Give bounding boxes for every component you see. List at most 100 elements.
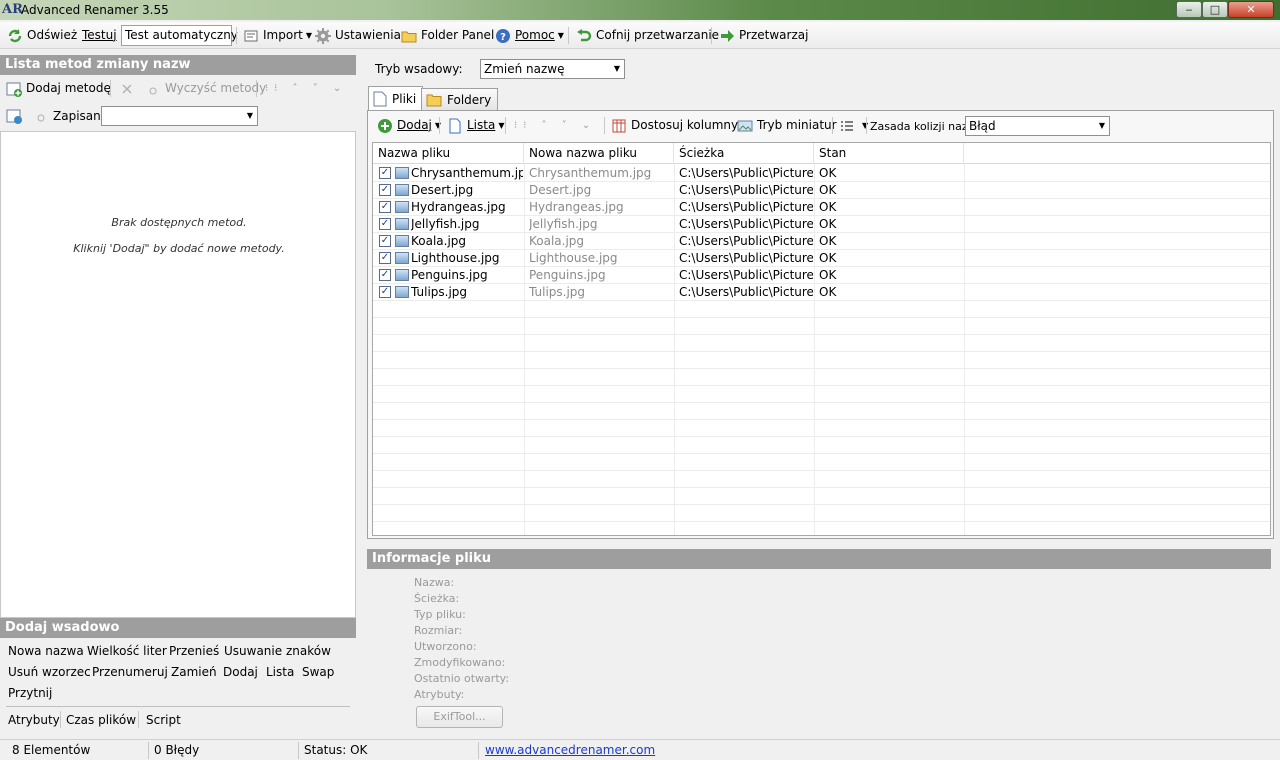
table-row[interactable]: ✓ Chrysanthemum.jpg Chrysanthemum.jpg C:\Us… [373, 165, 1270, 182]
image-file-icon [395, 252, 409, 264]
empty-row [373, 437, 1270, 454]
chevron-down-icon: ▼ [1098, 121, 1105, 130]
file-icon [373, 91, 387, 107]
table-row[interactable]: ✓ Lighthouse.jpg Lighthouse.jpg C:\Users\Pu… [373, 250, 1270, 267]
batch-remove-chars[interactable]: Usuwanie znaków [224, 644, 331, 658]
toolbar-divider [236, 27, 237, 44]
undo-button[interactable]: Cofnij przetwarzanie [573, 25, 722, 46]
add-method-label: Dodaj metodę [26, 81, 111, 95]
batch-case[interactable]: Wielkość liter [87, 644, 167, 658]
table-row[interactable]: ✓ Penguins.jpg Penguins.jpg C:\Users\Public… [373, 267, 1270, 284]
batch-replace[interactable]: Zamień [171, 665, 217, 679]
add-method-button[interactable]: Dodaj metodę [3, 78, 114, 99]
table-row[interactable]: ✓ Tulips.jpg Tulips.jpg C:\Users\Public\Pic… [373, 284, 1270, 301]
cell-status: OK [819, 268, 837, 282]
batch-renumber[interactable]: Przenumeruj [92, 665, 168, 679]
batch-mode-select[interactable]: Zmień nazwę ▼ [480, 59, 625, 79]
tab-files-label: Pliki [392, 92, 417, 106]
collision-value: Błąd [969, 119, 996, 133]
row-checkbox[interactable]: ✓ [379, 184, 391, 196]
add-files-button[interactable]: Dodaj ▼ [374, 115, 444, 136]
row-checkbox[interactable]: ✓ [379, 167, 391, 179]
row-checkbox[interactable]: ✓ [379, 252, 391, 264]
arrow-right-icon [721, 29, 734, 42]
methods-header: Lista metod zmiany nazw [0, 55, 356, 75]
row-checkbox[interactable]: ✓ [379, 269, 391, 281]
import-button[interactable]: Import ▼ [240, 25, 315, 46]
tab-files[interactable]: Pliki [368, 86, 424, 111]
thumbnail-mode-button[interactable]: Tryb miniatur [734, 115, 840, 136]
folder-panel-button[interactable]: Folder Panel [398, 25, 497, 46]
table-row[interactable]: ✓ Jellyfish.jpg Jellyfish.jpg C:\Users\Publ… [373, 216, 1270, 233]
status-errors: 0 Błędy [154, 743, 200, 757]
row-checkbox[interactable]: ✓ [379, 286, 391, 298]
settings-button[interactable]: Ustawienia [312, 25, 404, 46]
column-filename[interactable]: Nazwa pliku [373, 143, 524, 164]
table-row[interactable]: ✓ Koala.jpg Koala.jpg C:\Users\Public\Pictu… [373, 233, 1270, 250]
thumbnail-mode-label: Tryb miniatur [757, 118, 837, 132]
refresh-button[interactable]: Odśwież [4, 25, 80, 46]
files-table[interactable]: Nazwa pliku Nowa nazwa pliku Ścieżka Sta… [372, 142, 1271, 536]
image-file-icon [395, 269, 409, 281]
load-icon [37, 114, 45, 121]
close-button[interactable]: ✕ [1228, 1, 1274, 18]
row-checkbox[interactable]: ✓ [379, 201, 391, 213]
batch-swap[interactable]: Swap [302, 665, 334, 679]
cell-status: OK [819, 234, 837, 248]
empty-row [373, 454, 1270, 471]
list-button[interactable]: Lista ▼ [444, 115, 508, 136]
column-status[interactable]: Stan [814, 143, 964, 164]
adjust-columns-button[interactable]: Dostosuj kolumny [608, 115, 741, 136]
move-arrows-icon[interactable]: ⁝⁝ ˄ ˅ ⌄ [511, 115, 599, 136]
website-link[interactable]: www.advancedrenamer.com [481, 742, 655, 759]
clear-methods-button[interactable]: Wyczyść metody [142, 78, 269, 99]
table-row[interactable]: ✓ Hydrangeas.jpg Hydrangeas.jpg C:\Users\Pu… [373, 199, 1270, 216]
tab-folders[interactable]: Foldery [421, 88, 499, 110]
column-divider [814, 164, 815, 535]
batch-remove-pattern[interactable]: Usuń wzorzec [8, 665, 91, 679]
save-preset-button[interactable] [3, 105, 29, 126]
process-button[interactable]: Przetwarzaj [716, 25, 811, 46]
status-bar: 8 Elementów 0 Błędy Status: OK www.advan… [0, 739, 1280, 760]
batch-move[interactable]: Przenieś [169, 644, 219, 658]
column-divider [674, 164, 675, 535]
cell-filename: Tulips.jpg [411, 285, 468, 299]
auto-test-button[interactable]: Test automatyczny [121, 25, 238, 46]
exiftool-button[interactable]: ExifTool... [416, 706, 503, 728]
row-checkbox[interactable]: ✓ [379, 235, 391, 247]
chevron-down-icon: ▼ [613, 64, 620, 73]
refresh-label: Odśwież [27, 28, 78, 42]
table-row[interactable]: ✓ Desert.jpg Desert.jpg C:\Users\Public\Pic… [373, 182, 1270, 199]
row-checkbox[interactable]: ✓ [379, 218, 391, 230]
undo-icon [577, 28, 592, 41]
batch-timestamps[interactable]: Czas plików [66, 713, 136, 727]
collision-select[interactable]: Błąd ▼ [965, 116, 1110, 136]
cell-status: OK [819, 217, 837, 231]
image-file-icon [395, 218, 409, 230]
cell-path: C:\Users\Public\Picture… [679, 200, 813, 214]
import-label: Import [263, 28, 303, 42]
empty-hint: Kliknij 'Dodaj" by dodać nowe metody. [73, 242, 285, 255]
batch-script[interactable]: Script [146, 713, 181, 727]
help-button[interactable]: ? Pomoc ▼ [492, 25, 567, 46]
batch-list[interactable]: Lista [266, 665, 294, 679]
toolbar-divider [866, 117, 867, 134]
minimize-button[interactable]: ‒ [1176, 1, 1202, 18]
batch-trim[interactable]: Przytnij [8, 686, 52, 700]
batch-new-name[interactable]: Nowa nazwa [8, 644, 84, 658]
saved-select[interactable]: ▼ [101, 106, 258, 126]
methods-list[interactable]: Brak dostępnych metod. Kliknij 'Dodaj" b… [0, 131, 356, 618]
maximize-button[interactable]: □ [1202, 1, 1228, 18]
batch-separator [60, 711, 61, 728]
move-arrows-icon[interactable]: ⁝⁝ ˄ ˅ ⌄ [262, 78, 350, 99]
add-files-label: Dodaj [397, 118, 432, 132]
batch-attributes[interactable]: Atrybuty [8, 713, 60, 727]
toolbar-divider [256, 80, 257, 97]
cell-path: C:\Users\Public\Picture… [679, 251, 813, 265]
batch-add[interactable]: Dodaj [223, 665, 258, 679]
column-path[interactable]: Ścieżka [674, 143, 814, 164]
remove-method-button[interactable] [116, 78, 142, 99]
toolbar-divider [832, 117, 833, 134]
test-button[interactable]: Testuj [79, 25, 120, 46]
column-new-filename[interactable]: Nowa nazwa pliku [524, 143, 674, 164]
